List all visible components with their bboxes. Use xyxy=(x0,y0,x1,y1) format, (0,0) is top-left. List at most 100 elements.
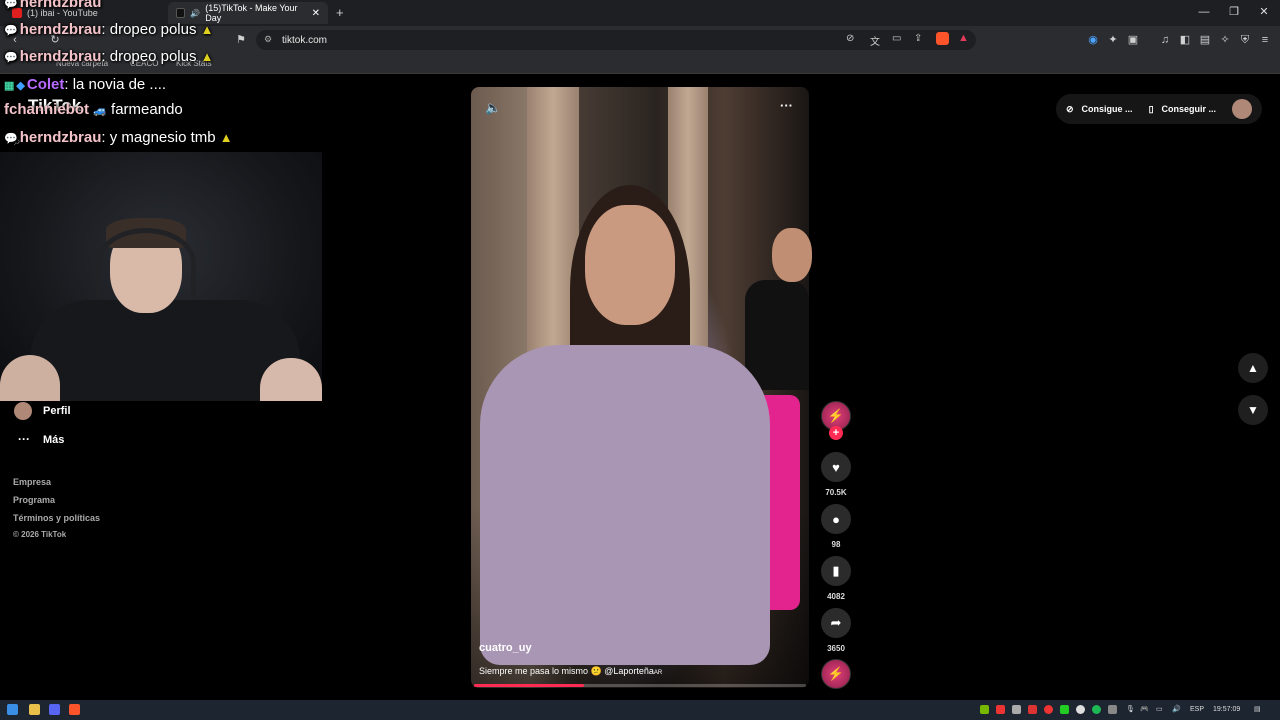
share-arrow-icon: ➦ xyxy=(830,615,842,630)
share-icon[interactable]: ⇪ xyxy=(914,33,922,44)
more-options-icon[interactable]: ··· xyxy=(780,98,793,113)
like-button[interactable]: ♥ xyxy=(821,452,851,482)
get-app-button[interactable]: Conseguir ... xyxy=(1162,104,1217,114)
discord-icon[interactable] xyxy=(49,704,60,715)
nvidia-icon[interactable] xyxy=(980,705,989,714)
url-text: tiktok.com xyxy=(282,34,328,46)
spotify-icon[interactable] xyxy=(1092,705,1101,714)
minimize-icon[interactable]: — xyxy=(1196,4,1212,20)
sidebar-item-profile[interactable]: Perfil xyxy=(43,405,71,417)
tray-icon[interactable] xyxy=(1108,705,1117,714)
bookmark-icon[interactable]: ⚑ xyxy=(234,33,248,47)
start-icon[interactable] xyxy=(7,704,18,715)
share-count: 3650 xyxy=(827,644,845,653)
sidebar-icon[interactable]: ◧ xyxy=(1178,33,1192,47)
gem-icon: ◆ xyxy=(16,80,25,92)
tab-label: (15)TikTok - Make Your Day xyxy=(205,3,298,23)
get-coins-button[interactable]: Consigue ... xyxy=(1082,104,1133,114)
chevron-up-icon: ▲ xyxy=(1247,361,1259,375)
previous-video-button[interactable]: ▲ xyxy=(1238,353,1268,383)
taskbar: 🎙 🎮 ▭ 🔊 ESP 19:57:09 ▤ xyxy=(0,700,1280,720)
avatar[interactable] xyxy=(1232,99,1253,119)
comment-button[interactable]: ● xyxy=(821,504,851,534)
extensions-icon[interactable]: ✦ xyxy=(1106,33,1120,47)
close-tab-icon[interactable]: ✕ xyxy=(312,8,320,19)
site-info-icon[interactable]: ⚙ xyxy=(264,34,272,45)
sound-disc[interactable]: ⚡ xyxy=(821,659,851,689)
save-count: 4082 xyxy=(827,592,845,601)
comment-count: 98 xyxy=(831,540,841,549)
leo-icon[interactable]: ✧ xyxy=(1218,33,1232,47)
reader-icon[interactable]: ⊘ xyxy=(846,33,854,44)
translate-icon[interactable]: 文 xyxy=(870,33,880,48)
wallet-icon[interactable]: ▤ xyxy=(1198,33,1212,47)
avatar[interactable] xyxy=(14,402,32,420)
chat-message: ▦ ◆ Colet: la novia de .... xyxy=(4,76,167,93)
address-bar[interactable]: ⚙ tiktok.com ⊘ 文 ▭ ⇪ ▲ xyxy=(256,30,976,50)
close-window-icon[interactable]: ✕ xyxy=(1256,4,1272,20)
tray-icon[interactable] xyxy=(1060,705,1069,714)
brave-icon[interactable] xyxy=(69,704,80,715)
video-scene xyxy=(585,205,675,325)
save-button[interactable]: ▮ xyxy=(821,556,851,586)
video-scene xyxy=(480,345,770,665)
tiktok-icon xyxy=(176,8,186,18)
video-scene xyxy=(745,280,809,390)
screenshot-icon[interactable]: ▣ xyxy=(1126,33,1140,47)
notification-icon[interactable]: ▤ xyxy=(1254,705,1261,713)
share-button[interactable]: ➦ xyxy=(821,608,851,638)
chat-badge-icon: 💬 xyxy=(4,0,18,10)
record-icon[interactable] xyxy=(1044,705,1053,714)
media-icon[interactable]: ♫ xyxy=(1158,33,1172,47)
emote-icon: ▲ xyxy=(200,49,214,64)
tray-icon[interactable] xyxy=(1012,705,1021,714)
bookmark-icon: ▮ xyxy=(832,563,840,578)
gamepad-icon[interactable]: 🎮 xyxy=(1140,705,1149,713)
new-tab-button[interactable]: + xyxy=(336,5,344,20)
headset-icon xyxy=(96,228,196,298)
brave-shield-icon[interactable] xyxy=(936,32,949,45)
emote-icon: ▲ xyxy=(200,22,214,37)
more-icon: ··· xyxy=(18,432,30,446)
footer-link[interactable]: Programa xyxy=(13,495,55,505)
language-indicator[interactable]: ESP xyxy=(1190,706,1204,713)
chat-badge-icon: 💬 xyxy=(4,25,18,37)
chat-message: 💬 herndzbrau: dropeo polus ▲ xyxy=(4,21,214,38)
sidebar-item-more[interactable]: Más xyxy=(43,434,64,446)
emote-icon: ▲ xyxy=(219,130,233,145)
comment-icon: ● xyxy=(832,511,840,527)
chat-badge-icon: ▦ xyxy=(4,80,15,92)
video-caption: Siempre me pasa lo mismo 😕 @LaporteñaAR xyxy=(479,666,663,676)
network-icon[interactable]: ▭ xyxy=(1156,705,1163,713)
tray-icon[interactable] xyxy=(1076,705,1085,714)
footer-link[interactable]: Términos y políticas xyxy=(13,513,100,523)
vpn-icon[interactable]: ⛨ xyxy=(1238,33,1252,47)
mic-icon[interactable]: 🎙 xyxy=(1126,705,1135,713)
tray-icon[interactable] xyxy=(996,705,1005,714)
like-count: 70.5K xyxy=(825,488,847,497)
tray-icon[interactable] xyxy=(1028,705,1037,714)
follow-plus-icon[interactable]: + xyxy=(829,426,843,440)
heart-icon: ♥ xyxy=(832,459,840,475)
next-video-button[interactable]: ▼ xyxy=(1238,395,1268,425)
brave-rewards-icon[interactable]: ▲ xyxy=(958,32,969,44)
top-right-actions: ⊘ Consigue ... ▯ Conseguir ... xyxy=(1056,94,1262,124)
emote-icon: 🚙 xyxy=(93,105,107,117)
chat-message: 💬 herndzbrau: y magnesio tmb ▲ xyxy=(4,129,233,146)
video-scene xyxy=(772,228,812,282)
clock[interactable]: 19:57:09 xyxy=(1213,706,1240,713)
footer-link[interactable]: Empresa xyxy=(13,477,51,487)
cast-icon[interactable]: ▭ xyxy=(892,33,901,44)
chat-message: 💬 herndzbrau xyxy=(4,0,102,11)
menu-icon[interactable]: ≡ xyxy=(1258,33,1272,47)
speaker-icon: 🔊 xyxy=(190,8,201,18)
phone-icon: ▯ xyxy=(1148,103,1154,114)
chat-badge-icon: 💬 xyxy=(4,133,18,145)
mute-icon[interactable]: 🔈 xyxy=(485,100,501,116)
explorer-icon[interactable] xyxy=(29,704,40,715)
volume-icon[interactable]: 🔊 xyxy=(1172,705,1181,713)
video-author[interactable]: cuatro_uy xyxy=(479,642,532,654)
audio-icon[interactable]: ◉ xyxy=(1086,33,1100,47)
chat-badge-icon: 💬 xyxy=(4,52,18,64)
restore-icon[interactable]: ❐ xyxy=(1226,4,1242,20)
